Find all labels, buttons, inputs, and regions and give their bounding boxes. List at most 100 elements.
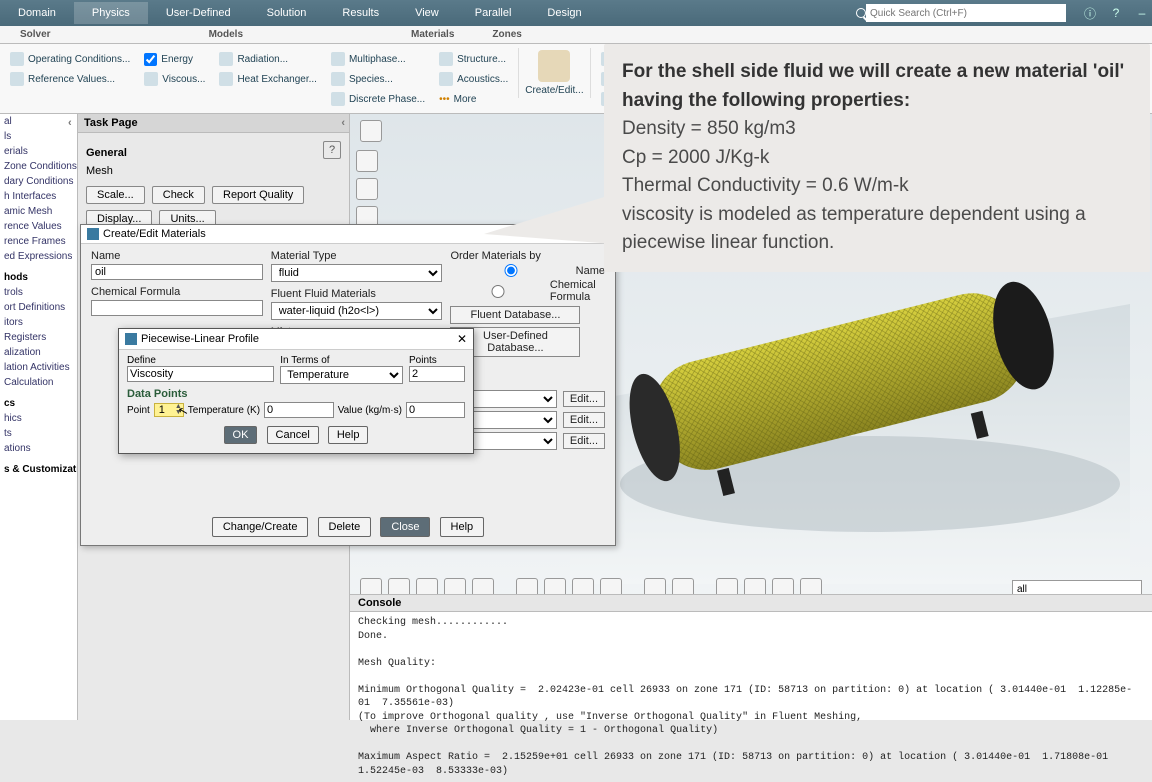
help-icon[interactable]: ? [1106, 6, 1126, 20]
edit-viscosity-button[interactable]: Edit... [563, 433, 605, 449]
viscous-button[interactable]: Viscous... [144, 70, 205, 88]
section-models: Models [195, 29, 257, 40]
general-heading: General [86, 147, 341, 159]
acoustics-icon [439, 72, 453, 86]
points-label: Points [409, 355, 465, 366]
multiphase-icon [331, 52, 345, 66]
chem-label: Chemical Formula [91, 286, 263, 298]
report-quality-button[interactable]: Report Quality [212, 186, 304, 204]
help-button[interactable]: Help [440, 517, 485, 537]
temp-label: Temperature (K) [188, 405, 260, 416]
energy-checkbox[interactable] [144, 53, 157, 66]
tab-view[interactable]: View [397, 2, 457, 24]
name-label: Name [91, 250, 263, 262]
view-toolbar [356, 150, 378, 228]
solver-group: Operating Conditions... Reference Values… [6, 48, 134, 90]
edit2-button[interactable]: Edit... [563, 412, 605, 428]
quick-search-input[interactable] [866, 4, 1066, 22]
probe-icon[interactable] [356, 178, 378, 200]
models-group3: Multiphase... Species... Discrete Phase.… [327, 48, 429, 110]
tab-userdefined[interactable]: User-Defined [148, 2, 249, 24]
interms-label: In Terms of [280, 355, 403, 366]
models-group4: Structure... Acoustics... •••More [435, 48, 512, 110]
discretephase-icon [331, 92, 345, 106]
tab-domain[interactable]: Domain [0, 2, 74, 24]
material-type-select[interactable]: fluid [271, 264, 443, 282]
heatexchanger-button[interactable]: Heat Exchanger... [219, 70, 317, 88]
order-label: Order Materials by [450, 250, 605, 262]
radiation-icon [219, 52, 233, 66]
tab-parallel[interactable]: Parallel [457, 2, 530, 24]
collapse-right-icon[interactable]: ‹ [341, 117, 345, 129]
console-output: Checking mesh............ Done. Mesh Qua… [350, 612, 1152, 782]
structure-button[interactable]: Structure... [439, 50, 508, 68]
species-button[interactable]: Species... [331, 70, 425, 88]
scale-button[interactable]: Scale... [86, 186, 145, 204]
interms-select[interactable]: Temperature [280, 366, 403, 384]
multiphase-button[interactable]: Multiphase... [331, 50, 425, 68]
section-materials: Materials [397, 29, 468, 40]
points-input[interactable] [409, 366, 465, 382]
ref-icon [10, 72, 24, 86]
value-input[interactable] [406, 402, 465, 418]
hx-icon [219, 72, 233, 86]
name-input[interactable] [91, 264, 263, 280]
gear-icon [10, 52, 24, 66]
delete-button[interactable]: Delete [318, 517, 372, 537]
minimize-icon[interactable]: – [1132, 6, 1152, 20]
structure-icon [439, 52, 453, 66]
temp-input[interactable] [264, 402, 334, 418]
tab-results[interactable]: Results [324, 2, 397, 24]
help-button[interactable]: Help [328, 426, 369, 444]
acoustics-button[interactable]: Acoustics... [439, 70, 508, 88]
search-icon [856, 8, 866, 18]
help-icon[interactable]: ? [323, 141, 341, 159]
cancel-button[interactable]: Cancel [267, 426, 319, 444]
viscous-icon [144, 72, 158, 86]
tab-design[interactable]: Design [529, 2, 599, 24]
mesh-heading: Mesh [86, 165, 341, 177]
ok-button[interactable]: OK [224, 426, 258, 444]
value-label: Value (kg/m·s) [338, 405, 402, 416]
define-input[interactable] [127, 366, 274, 382]
tab-solution[interactable]: Solution [249, 2, 325, 24]
change-create-button[interactable]: Change/Create [212, 517, 309, 537]
discretephase-button[interactable]: Discrete Phase... [331, 90, 425, 108]
tutorial-callout: For the shell side fluid we will create … [604, 44, 1150, 272]
section-bar: Solver Models Materials Zones [0, 26, 1152, 44]
dialog-icon [87, 228, 99, 240]
materials-create-edit[interactable]: Create/Edit... [518, 48, 590, 98]
view-ribbon [360, 120, 382, 142]
pw-titlebar[interactable]: Piecewise-Linear Profile ✕ [119, 329, 473, 350]
fluent-database-button[interactable]: Fluent Database... [450, 306, 580, 324]
operating-conditions-button[interactable]: Operating Conditions... [10, 50, 130, 68]
info-icon[interactable]: ⓘ [1080, 5, 1100, 22]
ffm-label: Fluent Fluid Materials [271, 288, 443, 300]
close-button[interactable]: Close [380, 517, 430, 537]
section-zones: Zones [478, 29, 535, 40]
energy-check[interactable]: Energy [144, 50, 205, 68]
chem-input[interactable] [91, 300, 263, 316]
radiation-button[interactable]: Radiation... [219, 50, 317, 68]
more-button[interactable]: •••More [439, 90, 508, 108]
edit1-button[interactable]: Edit... [563, 391, 605, 407]
fluent-fluid-select[interactable]: water-liquid (h2o<l>) [271, 302, 443, 320]
console-header: Console [350, 595, 1152, 612]
models-group2: Radiation... Heat Exchanger... [215, 48, 321, 90]
close-icon[interactable]: ✕ [457, 332, 467, 346]
mtype-label: Material Type [271, 250, 443, 262]
collapse-left-icon[interactable]: ‹ [68, 117, 72, 129]
data-points-heading: Data Points [127, 388, 465, 400]
view-square-icon[interactable] [360, 120, 382, 142]
outline-tree[interactable]: allserials Zone Conditionsdary Condition… [0, 114, 78, 720]
dialog-icon [125, 333, 137, 345]
check-button[interactable]: Check [152, 186, 205, 204]
order-chem-radio[interactable] [450, 285, 545, 298]
species-icon [331, 72, 345, 86]
main-ribbon: Domain Physics User-Defined Solution Res… [0, 0, 1152, 26]
tab-physics[interactable]: Physics [74, 2, 148, 24]
define-label: Define [127, 355, 274, 366]
cube-icon[interactable] [356, 150, 378, 172]
reference-values-button[interactable]: Reference Values... [10, 70, 130, 88]
order-name-radio[interactable] [450, 264, 571, 277]
